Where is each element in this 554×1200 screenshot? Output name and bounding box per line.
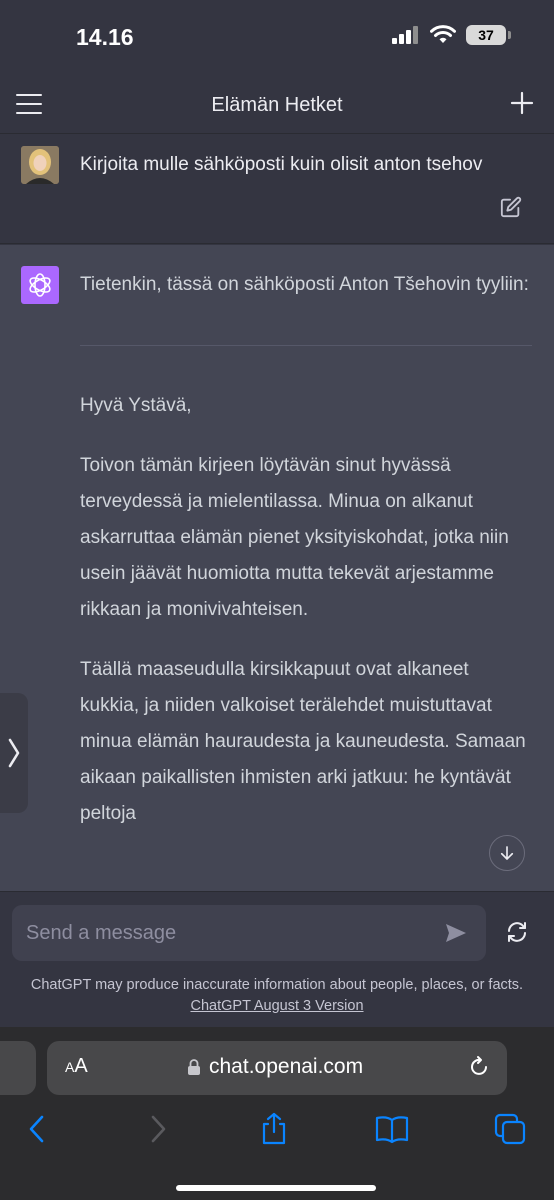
- chatgpt-avatar: [21, 266, 59, 304]
- version-link[interactable]: ChatGPT August 3 Version: [0, 996, 554, 1017]
- home-indicator: [176, 1185, 376, 1191]
- reader-settings-button[interactable]: AA: [65, 1055, 88, 1078]
- chevron-down-icon: [500, 846, 514, 860]
- user-message-text: Kirjoita mulle sähköposti kuin olisit an…: [80, 154, 483, 175]
- url-text: chat.openai.com: [209, 1055, 364, 1078]
- back-icon: [29, 1115, 44, 1143]
- disclaimer-text: ChatGPT may produce inaccurate informati…: [30, 977, 524, 993]
- send-icon: [446, 924, 466, 942]
- bookmarks-button[interactable]: [374, 1111, 410, 1147]
- url-display: chat.openai.com: [187, 1055, 363, 1079]
- plus-icon: [510, 91, 534, 115]
- browser-toolbar: [0, 1111, 554, 1151]
- status-icons: 37: [392, 25, 511, 45]
- reply-paragraph: Toivon tämän kirjeen löytävän sinut hyvä…: [80, 455, 509, 620]
- horizontal-rule: [80, 345, 532, 346]
- reply-greeting: Hyvä Ystävä,: [80, 395, 192, 416]
- nav-bar: Elämän Hetket: [0, 78, 554, 134]
- back-button[interactable]: [20, 1111, 56, 1147]
- share-icon: [262, 1112, 286, 1145]
- tabs-button[interactable]: [492, 1111, 528, 1147]
- regenerate-button[interactable]: [505, 920, 531, 946]
- cellular-signal-icon: [392, 26, 418, 44]
- previous-tab-preview[interactable]: [0, 1041, 36, 1095]
- reload-icon: [471, 1056, 487, 1075]
- new-chat-button[interactable]: [510, 91, 534, 115]
- assistant-message-text: Tietenkin, tässä on sähköposti Anton Tše…: [80, 267, 532, 856]
- conversation-title: Elämän Hetket: [211, 94, 343, 116]
- lock-icon: [188, 1059, 200, 1075]
- composer: ChatGPT may produce inaccurate informati…: [0, 891, 554, 1027]
- disclaimer: ChatGPT may produce inaccurate informati…: [0, 975, 554, 1017]
- assistant-message: Tietenkin, tässä on sähköposti Anton Tše…: [0, 245, 554, 891]
- edit-message-button[interactable]: [500, 196, 524, 220]
- openai-logo-icon: [29, 273, 51, 297]
- reply-intro: Tietenkin, tässä on sähköposti Anton Tše…: [80, 274, 529, 295]
- forward-button[interactable]: [140, 1111, 176, 1147]
- battery-indicator: 37: [466, 25, 511, 45]
- message-input[interactable]: [26, 917, 426, 949]
- scroll-to-bottom-button[interactable]: [489, 835, 525, 871]
- status-bar: 14.16 37: [0, 0, 554, 78]
- edit-icon: [500, 196, 522, 218]
- message-input-box[interactable]: [12, 905, 486, 961]
- user-message: Kirjoita mulle sähköposti kuin olisit an…: [0, 134, 554, 244]
- bookmarks-icon: [375, 1116, 409, 1144]
- reply-paragraph: Täällä maaseudulla kirsikkapuut ovat alk…: [80, 659, 526, 824]
- chevron-right-icon: [8, 738, 20, 768]
- reload-button[interactable]: [467, 1055, 491, 1079]
- address-bar[interactable]: AA chat.openai.com: [47, 1041, 507, 1095]
- share-button[interactable]: [256, 1111, 292, 1147]
- send-button[interactable]: [444, 921, 468, 945]
- tabs-icon: [494, 1113, 526, 1145]
- status-time: 14.16: [76, 24, 134, 50]
- regenerate-icon: [508, 922, 526, 942]
- wifi-icon: [430, 25, 456, 43]
- sidebar-handle[interactable]: [0, 693, 28, 813]
- browser-bar: AA chat.openai.com: [0, 1027, 554, 1200]
- user-avatar: [21, 146, 59, 184]
- forward-icon: [151, 1115, 166, 1143]
